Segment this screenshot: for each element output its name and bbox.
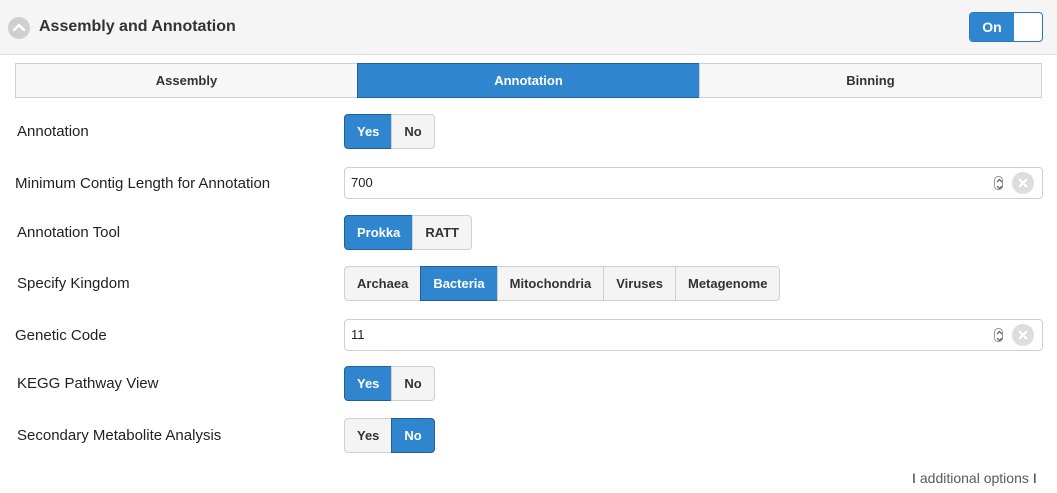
kingdom-viruses-button[interactable]: Viruses bbox=[603, 266, 676, 301]
min-contig-input[interactable]: 700 bbox=[344, 167, 1043, 199]
number-spinner-icon[interactable] bbox=[994, 176, 1003, 190]
kingdom-archaea-button[interactable]: Archaea bbox=[344, 266, 422, 301]
kingdom-metagenome-button[interactable]: Metagenome bbox=[674, 266, 781, 301]
clear-icon[interactable] bbox=[1012, 172, 1034, 194]
kingdom-mitochondria-button[interactable]: Mitochondria bbox=[496, 266, 605, 301]
divider-right: I bbox=[1032, 470, 1037, 486]
section-header: Assembly and Annotation On bbox=[0, 0, 1057, 55]
clear-icon[interactable] bbox=[1012, 324, 1034, 346]
on-off-toggle[interactable]: On bbox=[969, 12, 1043, 42]
tool-prokka-button[interactable]: Prokka bbox=[344, 215, 414, 250]
genetic-code-label: Genetic Code bbox=[15, 327, 107, 344]
toggle-knob bbox=[1015, 14, 1041, 40]
number-spinner-icon[interactable] bbox=[994, 328, 1003, 342]
section-title: Assembly and Annotation bbox=[39, 18, 236, 35]
kingdom-label: Specify Kingdom bbox=[17, 275, 130, 292]
secondary-metabolite-toggle-group: Yes No bbox=[344, 418, 435, 453]
kegg-toggle-group: Yes No bbox=[344, 366, 435, 401]
secondary-metabolite-label: Secondary Metabolite Analysis bbox=[17, 427, 222, 444]
annotation-no-button[interactable]: No bbox=[391, 114, 435, 149]
tab-annotation[interactable]: Annotation bbox=[357, 63, 700, 98]
annotation-toggle-group: Yes No bbox=[344, 114, 435, 149]
tab-assembly[interactable]: Assembly bbox=[15, 63, 358, 98]
tool-ratt-button[interactable]: RATT bbox=[412, 215, 473, 250]
section-tabs: Assembly Annotation Binning bbox=[15, 63, 1042, 98]
min-contig-value: 700 bbox=[351, 175, 373, 190]
secondary-no-button[interactable]: No bbox=[391, 418, 435, 453]
genetic-code-input[interactable]: 11 bbox=[344, 319, 1043, 351]
additional-options: Iadditional options I bbox=[912, 470, 1037, 486]
genetic-code-value: 11 bbox=[351, 327, 365, 342]
chevron-up-icon[interactable] bbox=[8, 17, 30, 39]
kegg-yes-button[interactable]: Yes bbox=[344, 366, 393, 401]
kegg-label: KEGG Pathway View bbox=[17, 375, 159, 392]
annotation-yes-button[interactable]: Yes bbox=[344, 114, 393, 149]
kingdom-bacteria-button[interactable]: Bacteria bbox=[420, 266, 498, 301]
kingdom-group: Archaea Bacteria Mitochondria Viruses Me… bbox=[344, 266, 781, 301]
toggle-on-label: On bbox=[970, 13, 1014, 41]
divider-left: I bbox=[912, 470, 916, 486]
secondary-yes-button[interactable]: Yes bbox=[344, 418, 393, 453]
annotation-label: Annotation bbox=[17, 123, 89, 140]
annotation-tool-label: Annotation Tool bbox=[17, 224, 121, 241]
additional-options-link[interactable]: additional options bbox=[920, 470, 1029, 486]
min-contig-label: Minimum Contig Length for Annotation bbox=[15, 175, 271, 192]
annotation-tool-group: Prokka RATT bbox=[344, 215, 473, 250]
tab-binning[interactable]: Binning bbox=[699, 63, 1042, 98]
kegg-no-button[interactable]: No bbox=[391, 366, 435, 401]
